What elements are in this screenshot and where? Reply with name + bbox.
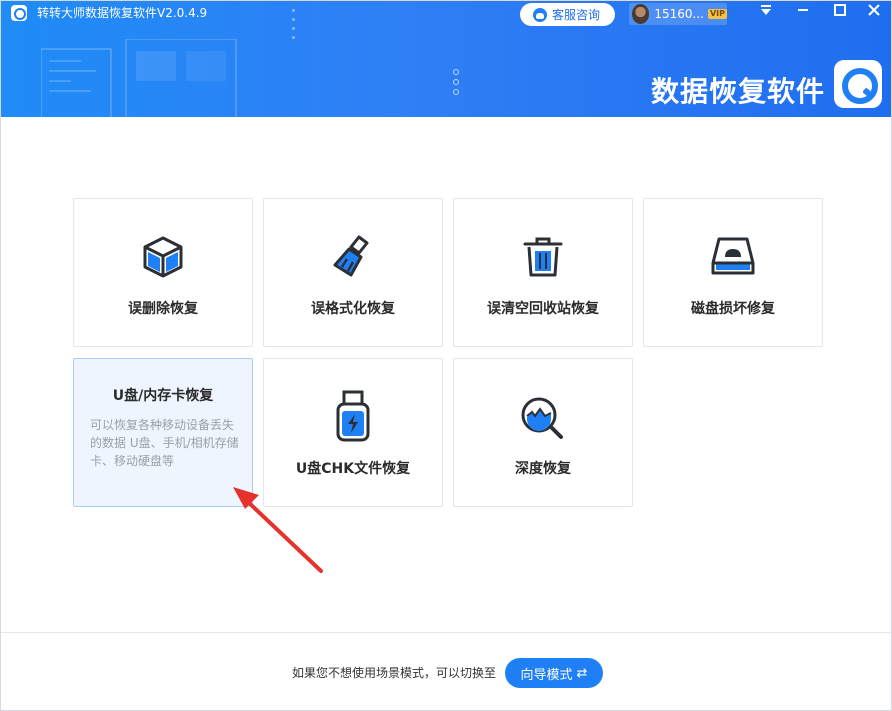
minimize-icon[interactable] (792, 3, 814, 23)
swap-arrows-icon: ⇄ (576, 665, 588, 681)
brand-text: 数据恢复软件 (651, 75, 826, 108)
card-description: 可以恢复各种移动设备丢失的数据 U盘、手机/相机存储卡、移动硬盘等 (90, 418, 239, 468)
disk-icon (711, 237, 755, 275)
switch-mode-text: 如果您不想使用场景模式，可以切换至 (292, 666, 497, 680)
maximize-icon[interactable] (829, 3, 851, 23)
broom-icon (333, 235, 369, 277)
card-label: 误删除恢复 (128, 301, 198, 317)
wizard-mode-button[interactable]: 向导模式 ⇄ (505, 658, 603, 688)
window-title: 转转大师数据恢复软件V2.0.4.9 (37, 6, 208, 20)
app-window: 转转大师数据恢复软件V2.0.4.9 客服咨询 15160... VIP 数据恢… (0, 0, 892, 711)
menu-icon[interactable] (755, 3, 777, 23)
card-disk-repair[interactable]: 磁盘损坏修复 (643, 198, 823, 347)
trash-icon (523, 237, 563, 277)
vip-badge: VIP (707, 9, 727, 19)
card-chk-recovery[interactable]: U盘CHK文件恢复 (263, 358, 443, 507)
close-icon[interactable] (863, 3, 885, 23)
card-label: 误格式化恢复 (311, 301, 395, 317)
customer-service-label: 客服咨询 (552, 8, 601, 22)
box-icon (143, 236, 183, 278)
user-account[interactable]: 15160... VIP (629, 3, 727, 25)
header-banner: 转转大师数据恢复软件V2.0.4.9 客服咨询 15160... VIP 数据恢… (1, 1, 891, 117)
wizard-mode-label: 向导模式 (520, 667, 573, 683)
card-deleted-recovery[interactable]: 误删除恢复 (73, 198, 253, 347)
card-label: U盘CHK文件恢复 (295, 461, 411, 477)
header-dots (453, 69, 461, 99)
brand-logo-icon (834, 60, 882, 108)
card-deep-recovery[interactable]: 深度恢复 (453, 358, 633, 507)
footer-divider (1, 632, 891, 633)
card-label: U盘/内存卡恢复 (112, 388, 214, 404)
chat-icon (533, 7, 547, 22)
avatar[interactable] (632, 4, 650, 24)
header-dots-top (292, 9, 296, 45)
card-label: 磁盘损坏修复 (691, 301, 775, 317)
magnifier-icon (521, 397, 563, 439)
customer-service-button[interactable]: 客服咨询 (520, 3, 615, 26)
card-usb-recovery[interactable]: U盘/内存卡恢复 可以恢复各种移动设备丢失的数据 U盘、手机/相机存储卡、移动硬… (73, 358, 253, 507)
app-logo-icon (11, 5, 27, 21)
card-label: 误清空回收站恢复 (487, 301, 599, 317)
card-recycle-bin-recovery[interactable]: 误清空回收站恢复 (453, 198, 633, 347)
card-label: 深度恢复 (515, 461, 571, 477)
user-id: 15160... (654, 7, 704, 21)
card-format-recovery[interactable]: 误格式化恢复 (263, 198, 443, 347)
header-decoration (41, 39, 237, 117)
usb-drive-icon (336, 390, 370, 442)
